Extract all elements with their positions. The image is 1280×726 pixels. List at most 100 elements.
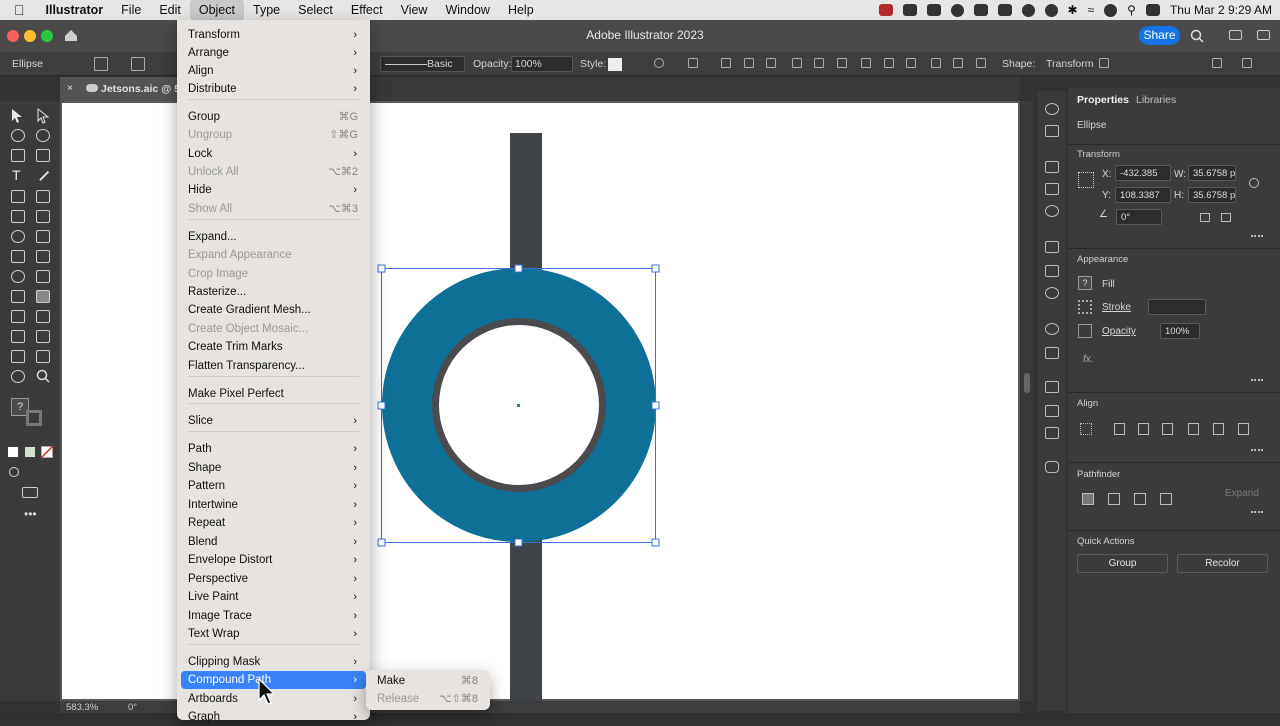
panel-align-bottom-icon[interactable] — [1238, 423, 1249, 435]
style-swatch[interactable] — [608, 58, 622, 71]
close-window-button[interactable] — [7, 30, 19, 42]
document-tab[interactable]: × Jetsons.aic @ 583 — [60, 77, 192, 101]
wifi-icon[interactable]: ≈ — [1088, 3, 1095, 17]
align-to-icon[interactable] — [688, 58, 698, 68]
free-transform-tool-icon[interactable] — [36, 250, 50, 263]
menu-item-graph[interactable]: Graph › — [181, 708, 366, 726]
menu-item-clipping-mask[interactable]: Clipping Mask › — [181, 653, 366, 671]
submenu-item-make[interactable]: Make ⌘8 — [370, 672, 486, 690]
stroke-swatch-icon[interactable] — [131, 57, 145, 71]
scale-tool-icon[interactable] — [36, 230, 50, 243]
flip-horizontal-icon[interactable] — [1200, 213, 1210, 222]
distribute-center-icon[interactable] — [953, 58, 963, 68]
screen-mode-icon[interactable] — [22, 487, 38, 498]
opacity-field[interactable]: 100% — [1160, 323, 1200, 339]
menu-item-create-gradient-mesh[interactable]: Create Gradient Mesh... — [181, 301, 366, 319]
menu-edit[interactable]: Edit — [150, 0, 190, 20]
distribute-top-icon[interactable] — [861, 58, 871, 68]
menu-item-live-paint[interactable]: Live Paint › — [181, 588, 366, 606]
menu-file[interactable]: File — [112, 0, 150, 20]
layers-icon[interactable] — [1045, 381, 1059, 393]
menu-effect[interactable]: Effect — [342, 0, 392, 20]
eraser-tool-icon[interactable] — [36, 210, 50, 223]
more-tools-icon[interactable]: ••• — [24, 507, 37, 521]
arrange-documents-icon[interactable] — [1257, 30, 1270, 40]
zoom-tool-icon[interactable] — [36, 369, 50, 384]
selection-handle[interactable] — [651, 401, 660, 410]
transform-options-icon[interactable] — [1099, 58, 1109, 68]
menu-item-blend[interactable]: Blend › — [181, 533, 366, 551]
align-center-icon[interactable] — [744, 58, 754, 68]
none-mode-icon[interactable] — [41, 446, 53, 458]
menu-select[interactable]: Select — [289, 0, 342, 20]
rotate-tool-icon[interactable] — [11, 230, 25, 243]
menu-item-expand-appearance[interactable]: Expand Appearance — [181, 246, 366, 264]
graph-tool-icon[interactable] — [36, 330, 50, 343]
opacity-label[interactable]: Opacity — [1102, 326, 1136, 337]
menu-item-flatten-transparency[interactable]: Flatten Transparency... — [181, 357, 366, 375]
align-to-selection-icon[interactable] — [1080, 423, 1092, 435]
transform-more-options-icon[interactable] — [1251, 235, 1263, 239]
pathfinder-more-options-icon[interactable] — [1251, 511, 1263, 515]
constrain-proportions-icon[interactable] — [1249, 178, 1259, 188]
color-mode-icon[interactable] — [8, 447, 18, 457]
extension-icon[interactable] — [926, 4, 941, 16]
menu-item-shape[interactable]: Shape › — [181, 459, 366, 477]
blend-tool-icon[interactable] — [36, 310, 50, 323]
appearance-icon[interactable] — [1045, 323, 1059, 335]
line-tool-icon[interactable] — [39, 170, 49, 181]
align-bottom-icon[interactable] — [837, 58, 847, 68]
y-field[interactable]: 108.3387 — [1115, 187, 1171, 203]
artboards-icon[interactable] — [1045, 405, 1059, 417]
menu-item-unlock-all[interactable]: Unlock All ⌥⌘2 — [181, 163, 366, 181]
menu-type[interactable]: Type — [244, 0, 289, 20]
selection-handle[interactable] — [514, 538, 523, 547]
control-bar-menu-icon[interactable] — [1242, 58, 1252, 68]
stroke-color-icon[interactable] — [26, 410, 42, 426]
reference-point-icon[interactable] — [1078, 172, 1094, 188]
direct-selection-tool-icon[interactable] — [36, 108, 50, 124]
search-icon[interactable] — [1190, 29, 1204, 43]
panel-align-center-icon[interactable] — [1138, 423, 1149, 435]
panel-options-icon[interactable] — [1212, 58, 1222, 68]
vertical-scrollbar[interactable] — [1021, 101, 1033, 701]
selection-handle[interactable] — [651, 264, 660, 273]
menu-item-expand[interactable]: Expand... — [181, 228, 366, 246]
menu-item-create-object-mosaic[interactable]: Create Object Mosaic... — [181, 320, 366, 338]
fill-swatch-icon[interactable]: ? — [1078, 276, 1092, 290]
selection-handle[interactable] — [377, 538, 386, 547]
selection-tool-icon[interactable] — [10, 108, 24, 124]
stroke-label[interactable]: Stroke — [1102, 302, 1131, 313]
menu-item-distribute[interactable]: Distribute › — [181, 80, 366, 98]
comments-icon[interactable] — [1045, 461, 1059, 473]
type-tool-icon[interactable]: T — [12, 167, 21, 183]
intersect-icon[interactable] — [1134, 493, 1146, 505]
recording-icon[interactable] — [878, 4, 893, 16]
cloud-icon[interactable] — [1021, 3, 1035, 17]
fx-label[interactable]: fx. — [1083, 354, 1094, 365]
pen-tool-icon[interactable] — [11, 149, 25, 162]
menu-item-text-wrap[interactable]: Text Wrap › — [181, 625, 366, 643]
menu-view[interactable]: View — [392, 0, 437, 20]
panel-align-middle-icon[interactable] — [1213, 423, 1224, 435]
menu-item-lock[interactable]: Lock › — [181, 145, 366, 163]
menu-item-repeat[interactable]: Repeat › — [181, 514, 366, 532]
transparency-icon[interactable] — [1045, 287, 1059, 299]
rectangle-tool-icon[interactable] — [11, 190, 25, 203]
recolor-button[interactable]: Recolor — [1177, 554, 1268, 573]
lasso-tool-icon[interactable] — [36, 129, 50, 142]
graphic-styles-icon[interactable] — [1045, 347, 1059, 359]
x-field[interactable]: -432.385 — [1115, 165, 1171, 181]
globe-icon[interactable] — [1044, 3, 1058, 17]
appearance-more-options-icon[interactable] — [1251, 379, 1263, 383]
menu-item-pattern[interactable]: Pattern › — [181, 477, 366, 495]
unite-icon[interactable] — [1082, 493, 1094, 505]
align-left-icon[interactable] — [721, 58, 731, 68]
scroll-thumb[interactable] — [1024, 373, 1030, 393]
shape-builder-tool-icon[interactable] — [11, 270, 25, 283]
curvature-tool-icon[interactable] — [36, 149, 50, 162]
draw-mode-icon[interactable] — [9, 467, 19, 477]
align-right-icon[interactable] — [766, 58, 776, 68]
clock[interactable]: Thu Mar 2 9:29 AM — [1170, 3, 1272, 17]
workspace-icon[interactable] — [1229, 30, 1242, 40]
